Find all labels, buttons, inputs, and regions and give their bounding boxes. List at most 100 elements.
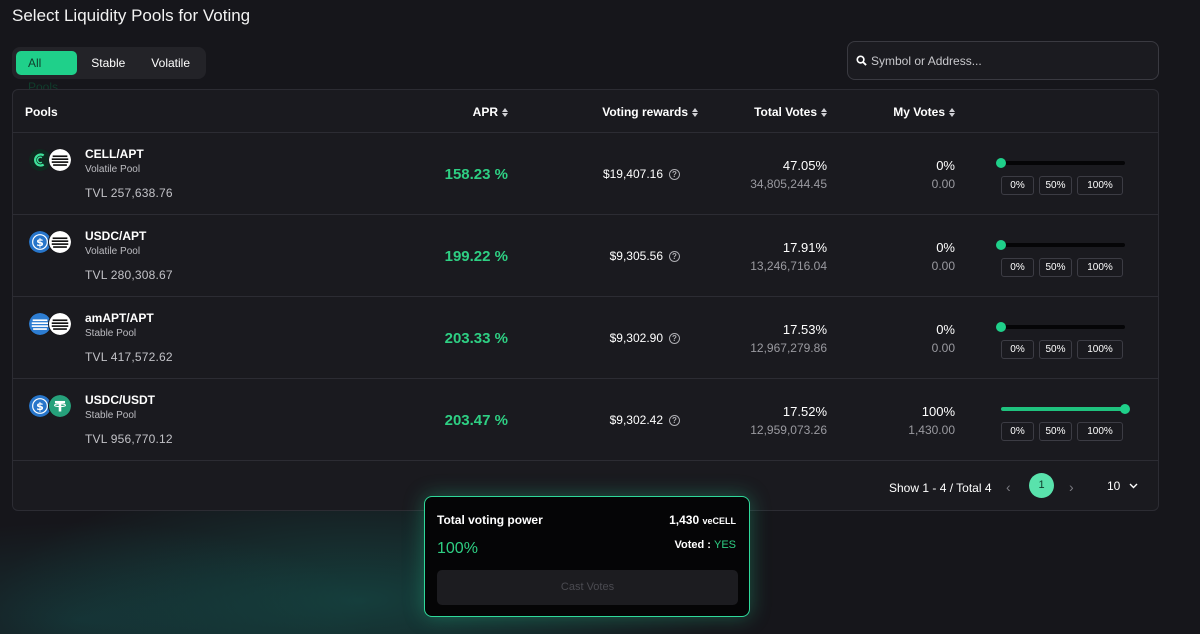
page-number-button[interactable]: 1	[1029, 473, 1054, 498]
column-header-apr[interactable]: APR	[473, 105, 508, 119]
pool-tvl: TVL 257,638.76	[85, 186, 173, 200]
pool-name: CELL/APT	[85, 147, 144, 161]
sort-icon	[692, 107, 698, 117]
total-votes-percent: 17.91%	[782, 240, 827, 255]
total-votes-amount: 13,246,716.04	[750, 259, 827, 273]
search-icon	[856, 55, 867, 66]
total-votes-amount: 34,805,244.45	[750, 177, 827, 191]
sort-icon	[821, 107, 827, 117]
table-row: CELL/APT Volatile Pool TVL 257,638.76 15…	[13, 133, 1158, 215]
percent-buttons: 0% 50% 100%	[1001, 422, 1123, 441]
my-votes-percent: 0%	[936, 322, 955, 337]
next-page-button[interactable]: ›	[1069, 479, 1074, 495]
vote-slider[interactable]	[1001, 404, 1130, 414]
vote-100-percent-button[interactable]: 100%	[1077, 422, 1123, 441]
vote-slider-fill	[1001, 407, 1125, 411]
svg-text:$: $	[36, 400, 44, 413]
pool-apr: 199.22 %	[444, 248, 508, 265]
table-header: Pools APR Voting rewards Total Votes My …	[13, 90, 1158, 133]
pool-tvl: TVL 417,572.62	[85, 350, 173, 364]
column-header-pools: Pools	[25, 105, 58, 119]
prev-page-button[interactable]: ‹	[1006, 479, 1011, 495]
vote-100-percent-button[interactable]: 100%	[1077, 340, 1123, 359]
pool-name: amAPT/APT	[85, 311, 154, 325]
pool-apr: 203.47 %	[444, 412, 508, 429]
vote-0-percent-button[interactable]: 0%	[1001, 176, 1034, 195]
pagination-info: Show 1 - 4 / Total 4	[889, 481, 992, 495]
vote-50-percent-button[interactable]: 50%	[1039, 340, 1072, 359]
vote-50-percent-button[interactable]: 50%	[1039, 258, 1072, 277]
my-votes-amount: 0.00	[931, 259, 955, 273]
my-votes-percent: 100%	[921, 404, 955, 419]
pool-icons: $	[28, 230, 74, 254]
voting-rewards: $9,302.42?	[610, 413, 680, 427]
table-row: amAPT/APT Stable Pool TVL 417,572.62 203…	[13, 297, 1158, 379]
total-votes-percent: 17.53%	[782, 322, 827, 337]
sort-icon	[949, 107, 955, 117]
total-votes-percent: 47.05%	[782, 158, 827, 173]
vote-0-percent-button[interactable]: 0%	[1001, 340, 1034, 359]
page-title: Select Liquidity Pools for Voting	[12, 6, 251, 25]
vote-slider-handle[interactable]	[996, 158, 1006, 168]
pool-apr: 203.33 %	[444, 330, 508, 347]
vote-50-percent-button[interactable]: 50%	[1039, 176, 1072, 195]
pool-icons	[28, 148, 74, 172]
voting-power-title: Total voting power	[437, 513, 543, 527]
my-votes-amount: 1,430.00	[908, 423, 955, 437]
pool-tvl: TVL 280,308.67	[85, 268, 173, 282]
search-input[interactable]	[871, 53, 1141, 68]
vote-slider[interactable]	[996, 158, 1125, 168]
column-header-total-votes[interactable]: Total Votes	[754, 105, 827, 119]
page-size-select[interactable]: 10	[1107, 479, 1138, 493]
vote-0-percent-button[interactable]: 0%	[1001, 258, 1034, 277]
pool-name: USDC/APT	[85, 229, 147, 243]
my-votes-percent: 0%	[936, 240, 955, 255]
vote-slider-handle[interactable]	[996, 240, 1006, 250]
column-header-my-votes[interactable]: My Votes	[893, 105, 955, 119]
chevron-down-icon	[1129, 483, 1138, 489]
pool-apr: 158.23 %	[444, 166, 508, 183]
vote-50-percent-button[interactable]: 50%	[1039, 422, 1072, 441]
usdt-token-icon	[48, 394, 72, 418]
percent-buttons: 0% 50% 100%	[1001, 258, 1123, 277]
column-header-voting-rewards[interactable]: Voting rewards	[602, 105, 698, 119]
help-icon[interactable]: ?	[669, 250, 680, 262]
vote-slider[interactable]	[996, 322, 1125, 332]
help-icon[interactable]: ?	[669, 168, 680, 180]
help-icon[interactable]: ?	[669, 414, 680, 426]
total-votes-percent: 17.52%	[782, 404, 827, 419]
percent-buttons: 0% 50% 100%	[1001, 340, 1123, 359]
percent-buttons: 0% 50% 100%	[1001, 176, 1123, 195]
cast-votes-button[interactable]: Cast Votes	[437, 570, 738, 605]
help-icon[interactable]: ?	[669, 332, 680, 344]
table-row: $ USDC/APT Volatile Pool TVL 280,308.67 …	[13, 215, 1158, 297]
vote-0-percent-button[interactable]: 0%	[1001, 422, 1034, 441]
pool-name: USDC/USDT	[85, 393, 156, 407]
voting-rewards: $9,302.90?	[610, 331, 680, 345]
voting-rewards: $9,305.56?	[610, 249, 680, 263]
search-box	[847, 41, 1159, 80]
apt-token-icon	[48, 148, 72, 172]
vote-100-percent-button[interactable]: 100%	[1077, 176, 1123, 195]
vote-slider-handle[interactable]	[996, 322, 1006, 332]
my-votes-percent: 0%	[936, 158, 955, 173]
pool-type: Volatile Pool	[85, 246, 141, 257]
filter-tab-all-pools[interactable]: All Pools	[16, 51, 78, 94]
sort-icon	[502, 107, 508, 117]
pool-type: Volatile Pool	[85, 164, 141, 175]
filter-tab-stable[interactable]: Stable	[79, 51, 137, 75]
vote-slider-handle[interactable]	[1120, 404, 1130, 414]
pool-icons: $	[28, 394, 74, 418]
svg-text:$: $	[36, 236, 44, 249]
total-votes-amount: 12,959,073.26	[750, 423, 827, 437]
voted-status: Voted : YES	[674, 539, 736, 551]
my-votes-amount: 0.00	[931, 341, 955, 355]
apt-token-icon	[48, 230, 72, 254]
total-votes-amount: 12,967,279.86	[750, 341, 827, 355]
pools-table: Pools APR Voting rewards Total Votes My …	[12, 89, 1159, 511]
pool-filter-tabs: All Pools Stable Volatile	[12, 47, 206, 94]
filter-tab-volatile[interactable]: Volatile	[139, 51, 202, 75]
voting-power-amount: 1,430 veCELL	[669, 513, 736, 527]
vote-100-percent-button[interactable]: 100%	[1077, 258, 1123, 277]
vote-slider[interactable]	[996, 240, 1125, 250]
